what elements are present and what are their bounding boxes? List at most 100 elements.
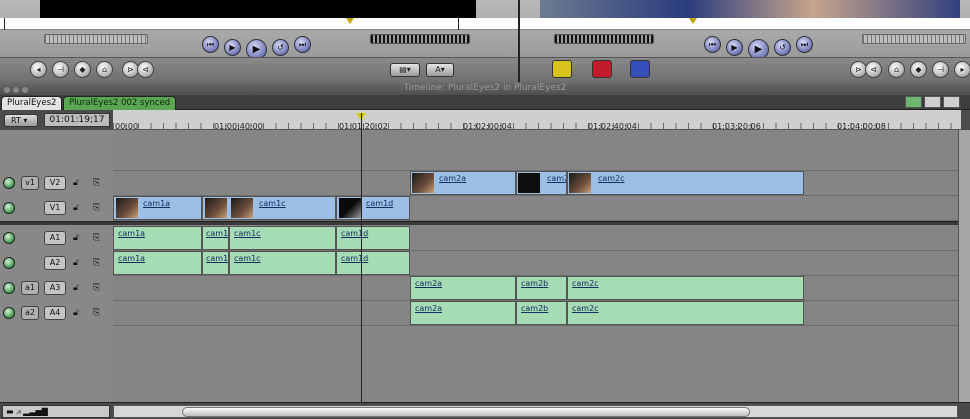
- clip[interactable]: cam2a: [410, 171, 516, 195]
- track-visibility-toggle[interactable]: [3, 177, 15, 189]
- clip[interactable]: cam2a: [410, 301, 516, 325]
- canvas-jog-control[interactable]: [862, 34, 966, 44]
- mark-clip-button[interactable]: ⊣: [52, 61, 69, 78]
- generator-popup[interactable]: A▾: [426, 63, 454, 77]
- audible-toggle[interactable]: [3, 232, 15, 244]
- auto-select-icon[interactable]: ⎘: [93, 232, 107, 244]
- source-control[interactable]: v1: [21, 176, 39, 190]
- destination-control[interactable]: A2: [44, 256, 66, 270]
- audible-toggle[interactable]: [3, 257, 15, 269]
- clip[interactable]: cam2c: [567, 301, 804, 325]
- clip[interactable]: cam1c: [229, 251, 336, 275]
- canvas-play-in-out-button[interactable]: ▶: [726, 39, 743, 56]
- lock-icon[interactable]: 🔓︎: [73, 283, 82, 293]
- lock-icon[interactable]: 🔓︎: [73, 203, 82, 213]
- add-marker-button[interactable]: ⌂: [96, 61, 113, 78]
- canvas-match-frame-button[interactable]: ▸: [954, 61, 970, 78]
- jog-control[interactable]: [44, 34, 148, 44]
- vertical-scrollbar[interactable]: [958, 130, 970, 402]
- lock-icon[interactable]: 🔓︎: [73, 258, 82, 268]
- sequence-tab-bar: PluralEyes2 PluralEyes2 002 synced: [0, 95, 970, 110]
- clip[interactable]: cam2: [516, 171, 567, 195]
- canvas-add-marker-button[interactable]: ⌂: [888, 61, 905, 78]
- audible-toggle[interactable]: [3, 307, 15, 319]
- scroll-thumb[interactable]: [182, 407, 750, 417]
- insert-edit-button[interactable]: [552, 60, 572, 78]
- clip-overlays-icon[interactable]: [905, 96, 922, 108]
- add-keyframe-button[interactable]: ◆: [74, 61, 91, 78]
- track-height-controls[interactable]: ▬ ⩘ ▂▃▅▇: [2, 405, 110, 418]
- clip[interactable]: cam2c: [567, 171, 804, 195]
- video-audio-divider[interactable]: [0, 221, 970, 225]
- destination-control[interactable]: A3: [44, 281, 66, 295]
- canvas-play-around-button[interactable]: ↺: [774, 39, 791, 56]
- lock-icon[interactable]: 🔓︎: [73, 308, 82, 318]
- auto-select-icon[interactable]: ⎘: [93, 177, 107, 189]
- source-control[interactable]: a1: [21, 281, 39, 295]
- next-edit-button[interactable]: ⏭: [294, 36, 311, 53]
- clip[interactable]: cam1a: [113, 251, 202, 275]
- viewer-scrubber[interactable]: [0, 18, 518, 30]
- canvas-mark-clip-button[interactable]: ⊣: [932, 61, 949, 78]
- clip[interactable]: cam2b: [516, 301, 567, 325]
- linking-icon[interactable]: [943, 96, 960, 108]
- shuttle-control[interactable]: [370, 34, 470, 44]
- destination-control[interactable]: A1: [44, 231, 66, 245]
- clip[interactable]: cam1a: [113, 226, 202, 250]
- clip[interactable]: cam1c: [202, 196, 336, 220]
- horizontal-scrollbar[interactable]: [113, 405, 958, 418]
- source-control[interactable]: a2: [21, 306, 39, 320]
- lock-icon[interactable]: 🔓︎: [73, 233, 82, 243]
- auto-select-icon[interactable]: ⎘: [93, 282, 107, 294]
- canvas-prev-edit-button[interactable]: ⏮: [704, 36, 721, 53]
- canvas-shuttle-control[interactable]: [554, 34, 654, 44]
- canvas-playhead[interactable]: [689, 18, 697, 24]
- canvas-add-keyframe-button[interactable]: ◆: [910, 61, 927, 78]
- rt-menu-button[interactable]: RT ▾: [4, 114, 38, 127]
- auto-select-icon[interactable]: ⎘: [93, 202, 107, 214]
- canvas-scrubber[interactable]: [520, 18, 970, 30]
- prev-edit-button[interactable]: ⏮: [202, 36, 219, 53]
- track-visibility-toggle[interactable]: [3, 202, 15, 214]
- clip[interactable]: cam1c: [229, 226, 336, 250]
- clip[interactable]: cam1d: [336, 226, 410, 250]
- snapping-icon[interactable]: [924, 96, 941, 108]
- clip-label: cam1a: [118, 229, 146, 238]
- destination-control[interactable]: A4: [44, 306, 66, 320]
- clip[interactable]: cam1: [202, 226, 229, 250]
- destination-control[interactable]: V1: [44, 201, 66, 215]
- canvas-mark-out-button[interactable]: ⊲: [865, 61, 882, 78]
- canvas-next-edit-button[interactable]: ⏭: [796, 36, 813, 53]
- mark-out-button[interactable]: ⊲: [137, 61, 154, 78]
- timeline-playhead[interactable]: [361, 113, 362, 402]
- clip[interactable]: cam1a: [113, 196, 202, 220]
- overwrite-edit-button[interactable]: [592, 60, 612, 78]
- scrubber-playhead[interactable]: [346, 18, 354, 24]
- destination-control[interactable]: V2: [44, 176, 66, 190]
- clip-label: cam1: [206, 229, 229, 238]
- track-header-a4: a2 A4 🔓︎ ⎘: [0, 301, 113, 326]
- play-in-out-button[interactable]: ▶: [224, 39, 241, 56]
- clip[interactable]: cam2b: [516, 276, 567, 300]
- match-frame-button[interactable]: ◂: [30, 61, 47, 78]
- view-options-popup[interactable]: ▤▾: [390, 63, 420, 77]
- tab-pluraleyes2[interactable]: PluralEyes2: [1, 96, 63, 110]
- clip-label: cam2c: [598, 174, 625, 183]
- current-timecode-field[interactable]: 01:01:19;17: [44, 113, 110, 127]
- play-around-button[interactable]: ↺: [272, 39, 289, 56]
- auto-select-icon[interactable]: ⎘: [93, 257, 107, 269]
- clip[interactable]: cam1d: [336, 251, 410, 275]
- clip[interactable]: cam2a: [410, 276, 516, 300]
- lock-icon[interactable]: 🔓︎: [73, 178, 82, 188]
- clip[interactable]: cam1d: [336, 196, 410, 220]
- tab-pluraleyes2-synced[interactable]: PluralEyes2 002 synced: [63, 96, 177, 110]
- clip[interactable]: cam2c: [567, 276, 804, 300]
- clip-thumbnail: [569, 173, 591, 193]
- auto-select-icon[interactable]: ⎘: [93, 307, 107, 319]
- clip-label: cam1c: [259, 199, 286, 208]
- track-lane-a4: cam2a cam2b cam2c: [113, 301, 961, 326]
- replace-edit-button[interactable]: [630, 60, 650, 78]
- time-ruler[interactable]: 00;00 01:00:40;00 01:01:20;02 01:02:00;0…: [113, 110, 961, 131]
- clip[interactable]: cam1: [202, 251, 229, 275]
- audible-toggle[interactable]: [3, 282, 15, 294]
